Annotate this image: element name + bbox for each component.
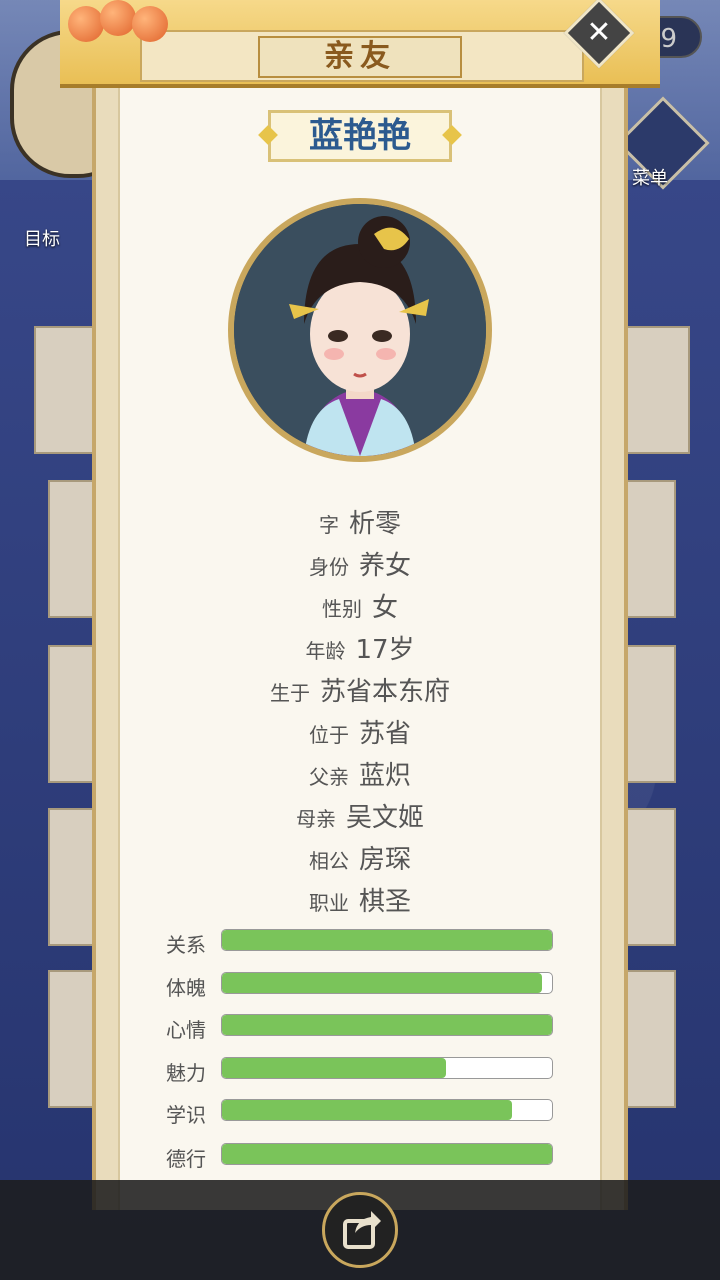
close-icon: ✕ [586,15,612,50]
field-value: 蓝炽 [358,761,411,791]
stat-fill [222,930,552,950]
field-key: 相公 [308,849,349,873]
field-value: 吴文姬 [345,803,424,833]
dialog-title: 亲友 [258,36,462,78]
field-key: 年龄 [305,639,346,663]
field-key: 职业 [308,891,349,915]
field-occupation: 职业 棋圣 [118,881,602,918]
person-name: 蓝艳艳 [268,110,452,162]
field-birthplace: 生于 苏省本东府 [118,671,602,708]
stat-bar-virtue [221,1143,553,1165]
stat-label-mood: 心情 [166,1018,206,1042]
stat-label-knowledge: 学识 [166,1103,206,1127]
menu-label[interactable]: 菜单 [632,164,668,190]
field-gender: 性别女 [118,587,602,624]
stat-label-charm: 魅力 [166,1061,206,1085]
field-value: 苏省 [358,719,411,749]
field-age: 年龄 17岁 [118,629,602,666]
persimmon-decoration-icon [64,0,174,46]
share-icon [343,1211,381,1249]
share-button[interactable] [322,1192,398,1268]
field-key: 性别 [321,597,362,621]
stat-label-virtue: 德行 [166,1147,206,1171]
stat-label-relationship: 关系 [166,933,206,957]
field-value: 女 [371,593,398,623]
stat-fill [222,1144,552,1164]
field-husband: 相公 房琛 [118,839,602,876]
goal-label[interactable]: 目标 [24,225,60,251]
stat-bar-physique [221,972,553,994]
portrait-drawing [234,204,486,456]
field-key: 父亲 [308,765,349,789]
female-portrait-icon [228,198,492,462]
stat-fill [222,1100,513,1120]
field-zi: 字析零 [118,503,602,540]
field-key: 生于 [269,681,310,705]
field-value: 房琛 [358,845,411,875]
stat-bar-knowledge [221,1099,553,1121]
field-value: 棋圣 [358,887,411,917]
field-key: 位于 [308,723,349,747]
stat-bar-charm [221,1057,553,1079]
dialog-title-text: 亲友 [324,39,396,74]
stat-label-physique: 体魄 [166,976,206,1000]
field-value: 析零 [348,509,401,539]
field-key: 字 [318,513,339,537]
field-father: 父亲 蓝炽 [118,755,602,792]
field-location: 位于 苏省 [118,713,602,750]
field-value: 养女 [358,551,411,581]
stat-bar-mood [221,1014,553,1036]
field-identity: 身份 养女 [118,545,602,582]
stat-fill [222,1015,552,1035]
stat-fill [222,1058,447,1078]
field-key: 母亲 [295,807,336,831]
field-mother: 母亲 吴文姬 [118,797,602,834]
field-key: 身份 [308,555,349,579]
field-value: 17岁 [355,635,415,665]
field-value: 苏省本东府 [319,677,450,707]
stat-bar-relationship [221,929,553,951]
stat-fill [222,973,543,993]
